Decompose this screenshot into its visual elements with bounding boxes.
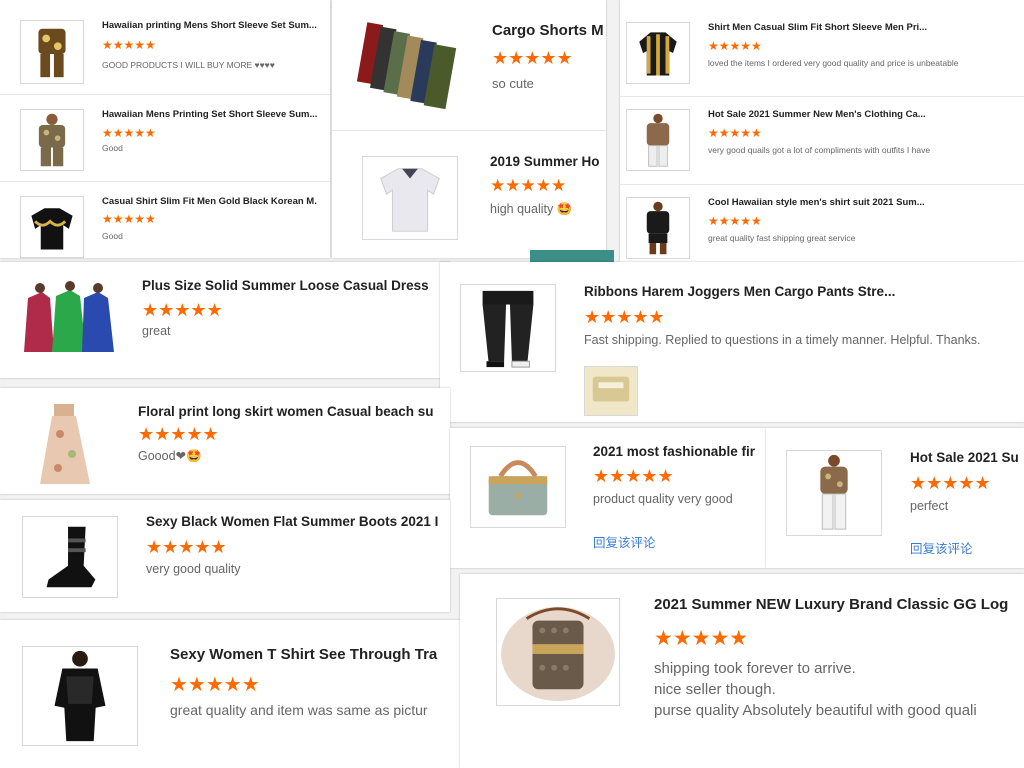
review-text: Good (102, 143, 123, 153)
review-panel-2: Cargo Shorts M ★★★★★ so cute 2019 Summer… (332, 0, 606, 258)
review-text: perfect (910, 499, 949, 513)
product-thumbnail[interactable] (362, 156, 458, 240)
product-title[interactable]: Ribbons Harem Joggers Men Cargo Pants St… (584, 284, 1004, 299)
product-title[interactable]: Hot Sale 2021 Summer New Men's Clothing … (708, 109, 1008, 120)
rating-stars: ★★★★★ (146, 537, 227, 557)
review-item: Cargo Shorts M ★★★★★ so cute (332, 8, 606, 131)
review-card-joggers: Ribbons Harem Joggers Men Cargo Pants St… (440, 262, 1024, 422)
product-title[interactable]: Sexy Black Women Flat Summer Boots 2021 … (146, 514, 446, 529)
rating-stars: ★★★★★ (490, 176, 567, 195)
review-card-tshirt: Sexy Women T Shirt See Through Tra ★★★★★… (0, 620, 460, 768)
product-thumbnail[interactable] (20, 196, 84, 258)
review-panel-1: Hawaiian printing Mens Short Sleeve Set … (0, 0, 330, 258)
review-text: high quality 🤩 (490, 202, 573, 216)
review-text: great (142, 324, 171, 338)
review-text: very good quails got a lot of compliment… (708, 145, 931, 155)
product-title[interactable]: Cargo Shorts M (492, 22, 606, 39)
product-thumbnail[interactable] (626, 22, 690, 84)
product-title[interactable]: Hot Sale 2021 Su (910, 450, 1022, 465)
review-text: so cute (492, 76, 534, 91)
review-item: Casual Shirt Slim Fit Men Gold Black Kor… (0, 182, 330, 258)
product-title[interactable]: Hawaiian Mens Printing Set Short Sleeve … (102, 109, 317, 120)
review-text: loved the items I ordered very good qual… (708, 58, 959, 68)
review-text: GOOD PRODUCTS I WILL BUY MORE ♥♥♥♥ (102, 60, 275, 70)
rating-stars: ★★★★★ (170, 674, 260, 696)
rating-stars: ★★★★★ (593, 466, 674, 486)
product-thumbnail[interactable] (626, 197, 690, 259)
product-title[interactable]: 2019 Summer Ho (490, 154, 606, 169)
product-thumbnail[interactable] (20, 278, 116, 360)
reply-to-review-link[interactable]: 回复该评论 (910, 538, 973, 557)
product-title[interactable]: Hawaiian printing Mens Short Sleeve Set … (102, 20, 317, 31)
rating-stars: ★★★★★ (708, 39, 762, 53)
rating-stars: ★★★★★ (102, 126, 156, 140)
review-text: very good quality (146, 562, 241, 576)
product-thumbnail[interactable] (22, 516, 118, 598)
rating-stars: ★★★★★ (492, 48, 573, 68)
rating-stars: ★★★★★ (910, 473, 991, 493)
product-thumbnail[interactable] (496, 598, 620, 706)
review-text: great quality fast shipping great servic… (708, 233, 856, 243)
review-text-line: nice seller though. (654, 681, 776, 698)
rating-stars: ★★★★★ (654, 627, 749, 650)
product-title[interactable]: Shirt Men Casual Slim Fit Short Sleeve M… (708, 22, 1008, 33)
review-item: 2019 Summer Ho ★★★★★ high quality 🤩 (332, 140, 606, 258)
review-text-line: shipping took forever to arrive. (654, 660, 856, 677)
rating-stars: ★★★★★ (138, 424, 219, 444)
product-thumbnail[interactable] (22, 646, 138, 746)
review-panel-3: Shirt Men Casual Slim Fit Short Sleeve M… (620, 0, 1024, 262)
review-text: Goood❤🤩 (138, 449, 202, 463)
product-title[interactable]: Floral print long skirt women Casual bea… (138, 404, 438, 419)
review-text: great quality and item was same as pictu… (170, 702, 428, 718)
rating-stars: ★★★★★ (708, 214, 762, 228)
review-card-luxury-bag: 2021 Summer NEW Luxury Brand Classic GG … (460, 574, 1024, 768)
review-card-dress: Plus Size Solid Summer Loose Casual Dres… (0, 262, 450, 378)
product-thumbnail[interactable] (20, 109, 84, 171)
review-text-line: purse quality Absolutely beautiful with … (654, 702, 977, 719)
review-text: Good (102, 231, 123, 241)
review-item: Shirt Men Casual Slim Fit Short Sleeve M… (620, 8, 1024, 97)
product-thumbnail[interactable] (470, 446, 566, 528)
review-item: Cool Hawaiian style men's shirt suit 202… (620, 185, 1024, 262)
product-thumbnail[interactable] (460, 284, 556, 372)
review-photo[interactable] (584, 366, 638, 416)
rating-stars: ★★★★★ (102, 38, 156, 52)
review-item: Hawaiian Mens Printing Set Short Sleeve … (0, 95, 330, 182)
product-thumbnail[interactable] (354, 20, 462, 116)
reply-to-review-link[interactable]: 回复该评论 (593, 532, 656, 551)
rating-stars: ★★★★★ (584, 307, 665, 327)
review-card-hot-sale: Hot Sale 2021 Su ★★★★★ perfect 回复该评论 (766, 428, 1024, 568)
product-thumbnail[interactable] (20, 20, 84, 84)
review-card-skirt: Floral print long skirt women Casual bea… (0, 388, 450, 494)
product-title[interactable]: 2021 Summer NEW Luxury Brand Classic GG … (654, 596, 1022, 613)
review-item: Hot Sale 2021 Summer New Men's Clothing … (620, 97, 1024, 185)
product-thumbnail[interactable] (786, 450, 882, 536)
product-thumbnail[interactable] (16, 404, 112, 486)
product-title[interactable]: Casual Shirt Slim Fit Men Gold Black Kor… (102, 196, 317, 207)
rating-stars: ★★★★★ (708, 126, 762, 140)
product-title[interactable]: Sexy Women T Shirt See Through Tra (170, 646, 458, 663)
rating-stars: ★★★★★ (102, 212, 156, 226)
review-text: product quality very good (593, 492, 733, 506)
review-card-handbag: 2021 most fashionable fir ★★★★★ product … (450, 428, 766, 568)
product-title[interactable]: Plus Size Solid Summer Loose Casual Dres… (142, 278, 442, 293)
review-card-boots: Sexy Black Women Flat Summer Boots 2021 … (0, 500, 450, 612)
product-title[interactable]: Cool Hawaiian style men's shirt suit 202… (708, 197, 1008, 208)
product-title[interactable]: 2021 most fashionable fir (593, 444, 763, 459)
background-strip (530, 250, 614, 262)
review-text: Fast shipping. Replied to questions in a… (584, 333, 981, 347)
rating-stars: ★★★★★ (142, 300, 223, 320)
review-item: Hawaiian printing Mens Short Sleeve Set … (0, 8, 330, 95)
product-thumbnail[interactable] (626, 109, 690, 171)
